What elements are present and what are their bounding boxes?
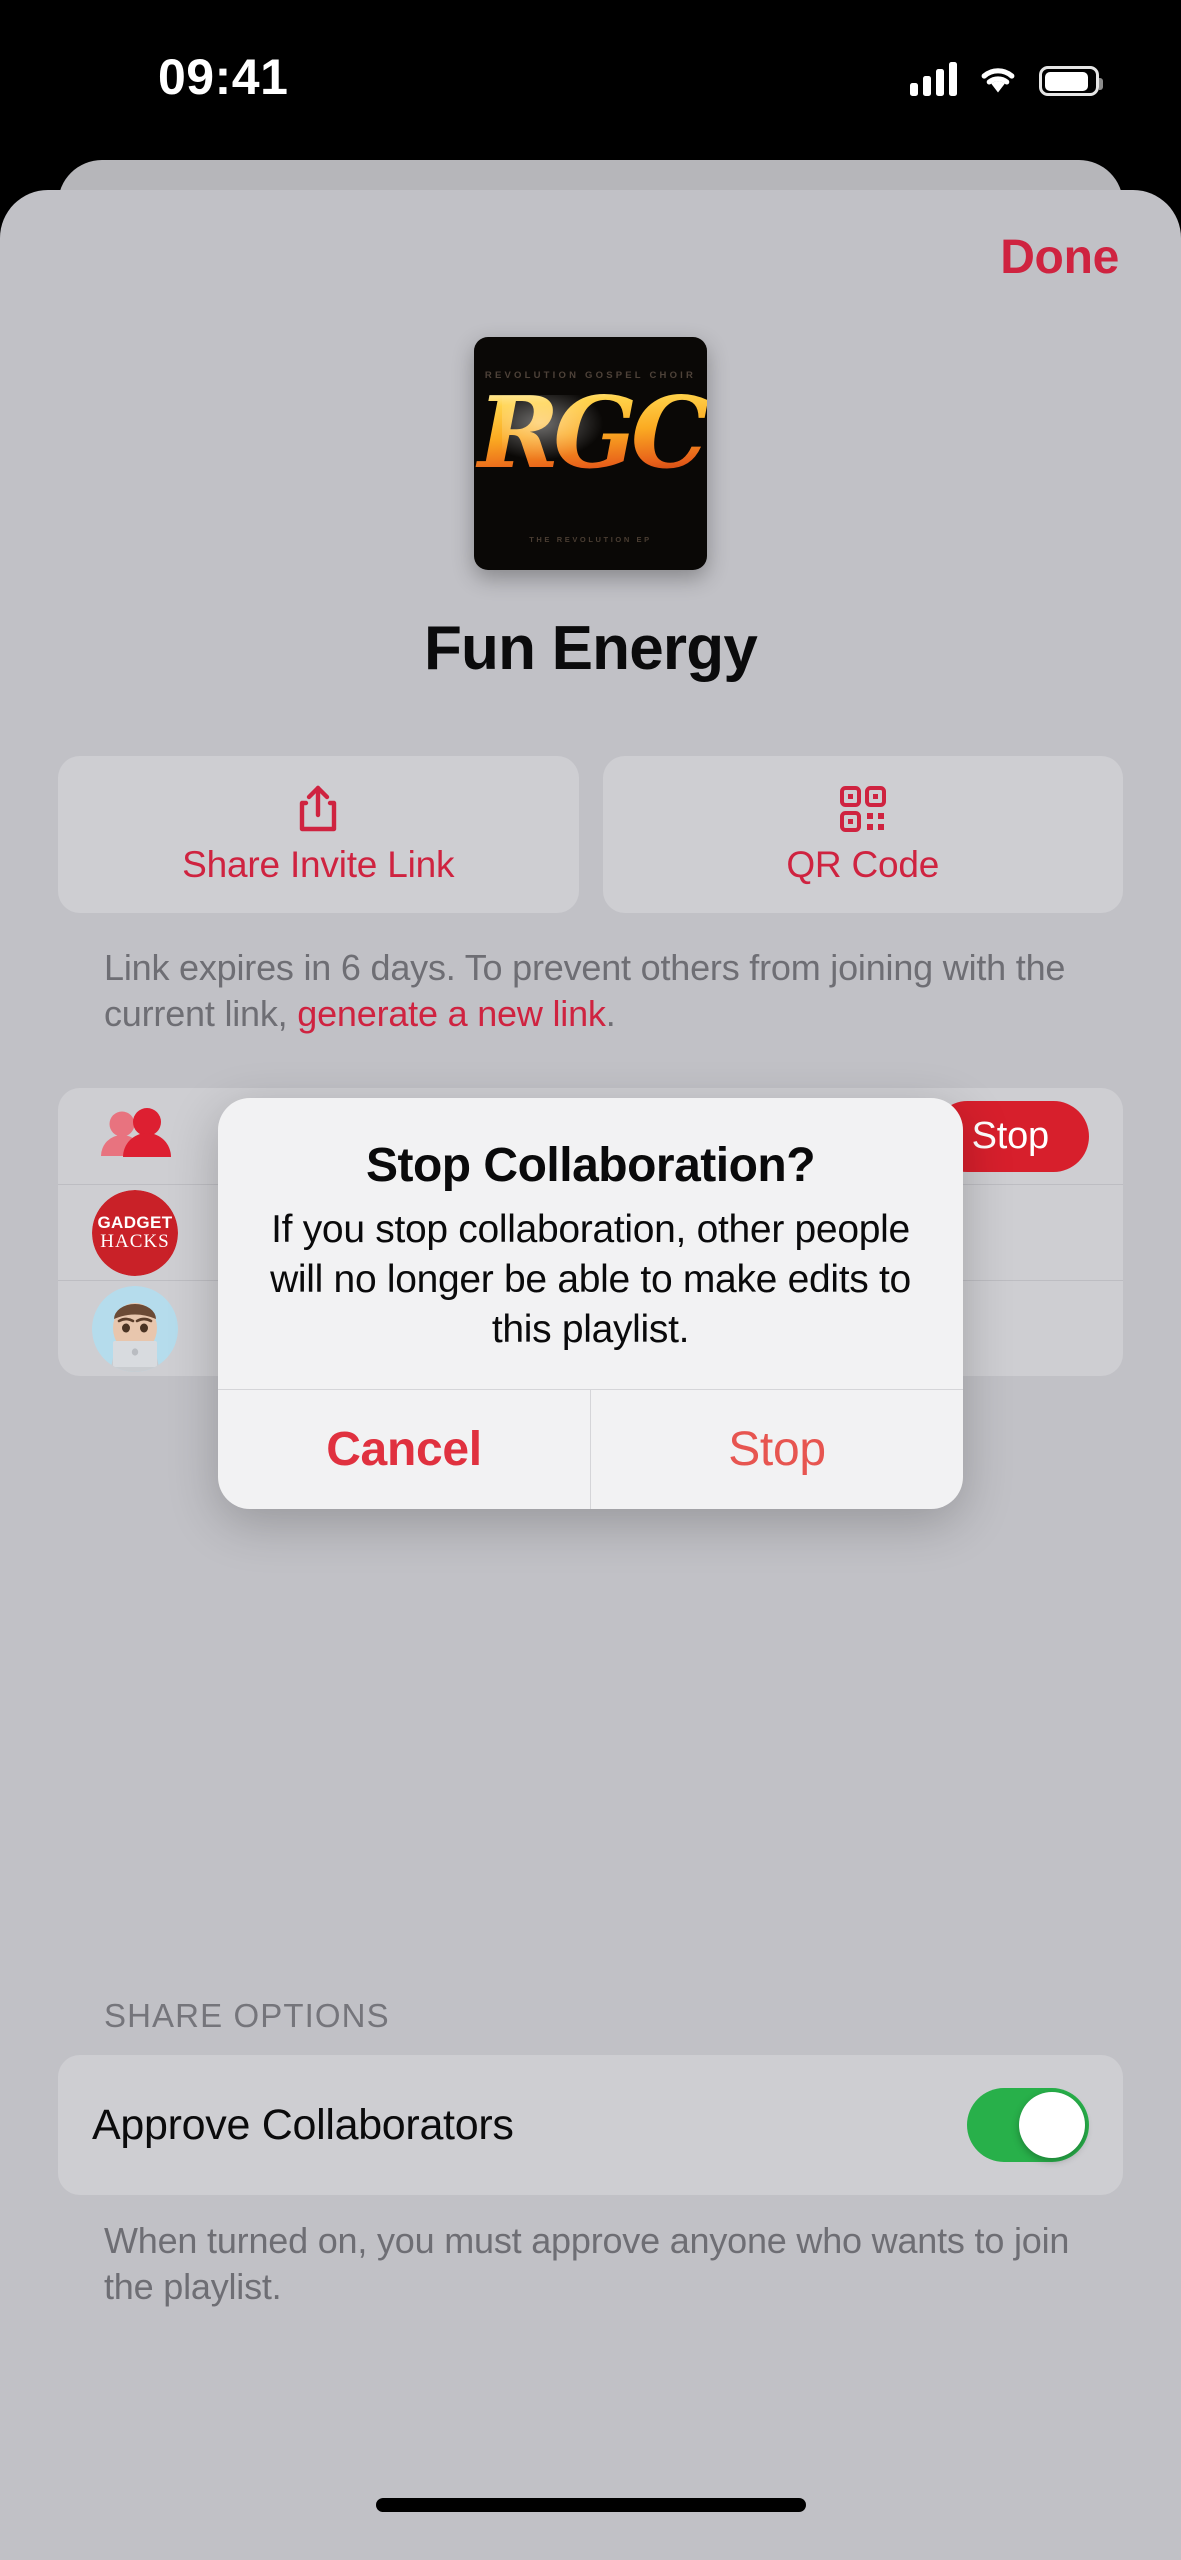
- playlist-title: Fun Energy: [423, 614, 758, 683]
- status-bar-icons: [910, 52, 1103, 96]
- iphone-screen: 09:41 Done REVOLUTION GOSPEL CHOIR RGC T…: [0, 0, 1181, 2560]
- memoji-graphic: [92, 1285, 178, 1372]
- qr-code-label: QR Code: [786, 843, 940, 885]
- gadget-hacks-logo: GADGET HACKS: [92, 1189, 178, 1276]
- gadget-hacks-line2: HACKS: [100, 1231, 170, 1252]
- approve-collaborators-caption: When turned on, you must approve anyone …: [104, 2220, 1070, 2307]
- cellular-signal-icon: [910, 62, 957, 96]
- two-people-icon: [92, 1093, 178, 1179]
- alert-message: If you stop collaboration, other people …: [270, 1208, 911, 1351]
- alert-actions: Cancel Stop: [218, 1389, 963, 1509]
- wifi-icon: [981, 68, 1015, 93]
- share-invite-link-button[interactable]: Share Invite Link: [58, 756, 579, 913]
- action-button-row: Share Invite Link QR Code: [58, 756, 1123, 913]
- status-bar: 09:41: [0, 0, 1181, 150]
- share-icon: [296, 784, 340, 834]
- alert-body: Stop Collaboration? If you stop collabor…: [218, 1098, 963, 1389]
- memoji-avatar: [92, 1285, 178, 1372]
- generate-new-link-link[interactable]: generate a new link: [297, 993, 606, 1034]
- status-bar-time: 09:41: [158, 49, 289, 105]
- toggle-knob: [1019, 2092, 1085, 2158]
- battery-icon: [1039, 66, 1103, 96]
- done-button[interactable]: Done: [1000, 230, 1119, 285]
- gadget-hacks-badge: GADGET HACKS: [92, 1189, 178, 1276]
- approve-collaborators-label: Approve Collaborators: [92, 2100, 514, 2149]
- link-caption-trail: .: [605, 993, 616, 1034]
- approve-collaborators-row[interactable]: Approve Collaborators: [58, 2055, 1123, 2195]
- artwork-bottom-text: THE REVOLUTION EP: [529, 535, 652, 544]
- alert-cancel-button[interactable]: Cancel: [218, 1390, 591, 1509]
- stop-collaboration-alert: Stop Collaboration? If you stop collabor…: [218, 1098, 963, 1509]
- qr-code-button[interactable]: QR Code: [602, 756, 1123, 913]
- qr-code-icon: [839, 784, 886, 834]
- alert-title: Stop Collaboration?: [365, 1139, 816, 1192]
- approve-collaborators-toggle[interactable]: [967, 2088, 1089, 2162]
- share-options-header: SHARE OPTIONS: [104, 1997, 390, 2034]
- home-indicator[interactable]: [375, 2498, 806, 2512]
- artwork-logo-text: RGC: [474, 385, 707, 483]
- link-expiry-caption: Link expires in 6 days. To prevent other…: [104, 945, 1084, 1037]
- playlist-artwork: REVOLUTION GOSPEL CHOIR RGC THE REVOLUTI…: [474, 337, 707, 570]
- share-invite-link-label: Share Invite Link: [182, 843, 455, 885]
- alert-stop-button[interactable]: Stop: [591, 1390, 963, 1509]
- gadget-hacks-line1: GADGET: [97, 1213, 173, 1232]
